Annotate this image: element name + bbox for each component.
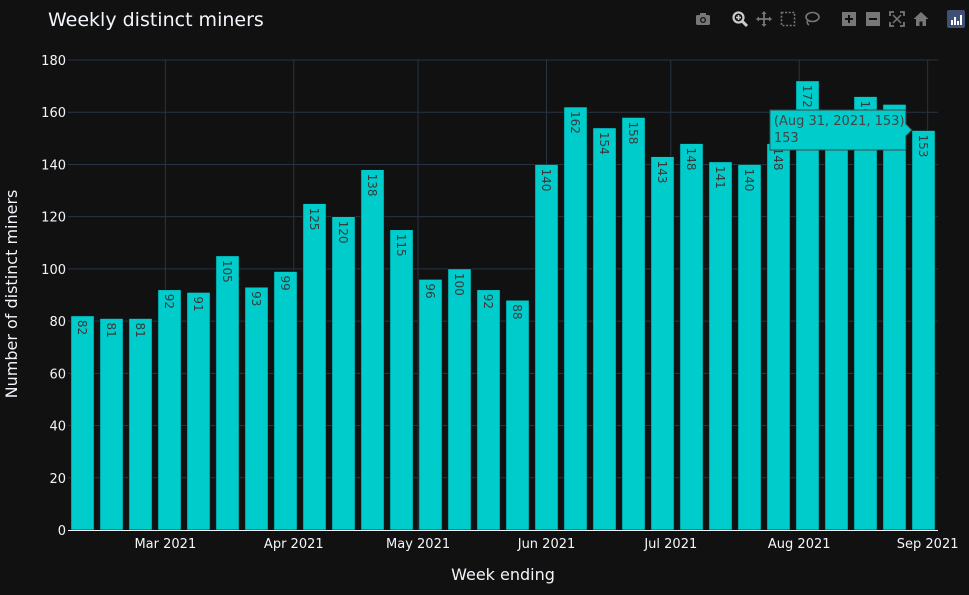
bar-value-label: 125 [307,208,321,231]
bar-value-label: 162 [568,111,582,134]
lasso-select-icon[interactable] [801,8,823,30]
bar[interactable] [215,255,240,531]
y-axis-title: Number of distinct miners [2,190,21,399]
reset-axes-icon[interactable] [910,8,932,30]
bar[interactable] [882,104,907,531]
y-tick-label: 100 [41,263,66,278]
bar-value-label: 91 [191,296,205,311]
bar[interactable] [505,299,530,531]
bar[interactable] [621,117,646,531]
zoom-in-icon[interactable] [838,8,860,30]
y-tick-label: 20 [49,472,66,487]
plotly-logo-icon[interactable] [947,10,965,28]
bar-value-label: 88 [510,304,524,319]
y-tick-label: 60 [49,367,66,382]
bar-value-label: 120 [336,221,350,244]
y-tick-label: 140 [41,158,66,173]
x-tick-label: Jun 2021 [517,537,576,552]
bar[interactable] [389,229,414,531]
bar[interactable] [302,203,327,531]
bar[interactable] [70,315,95,531]
bar-value-label: 148 [771,148,785,171]
x-tick-label: May 2021 [386,537,450,552]
bar-value-label: 115 [394,234,408,257]
bar-value-label: 96 [423,283,437,298]
bar-value-label: 143 [655,161,669,184]
chart-stage: 82 81 81 92 91 105 93 99 125 120 138 115 96 100 92 88 14… [0,0,969,595]
box-select-icon[interactable] [777,8,799,30]
bar-value-label: 105 [220,260,234,283]
bar-value-label: 81 [133,323,147,338]
x-axis-title: Week ending [451,565,555,584]
bar-value-label: 100 [452,273,466,296]
autoscale-icon[interactable] [886,8,908,30]
bar[interactable] [592,127,617,531]
bar[interactable] [708,161,733,531]
bar-value-label: 81 [104,323,118,338]
bar[interactable] [331,216,356,531]
y-tick-label: 120 [41,211,66,226]
bar-value-label: 92 [162,294,176,309]
zoom-out-icon[interactable] [862,8,884,30]
bar[interactable] [737,164,762,531]
bar-value-label: 172 [800,85,814,108]
y-tick-label: 180 [41,54,66,69]
tooltip-line-1: (Aug 31, 2021, 153) [774,114,905,129]
bar-value-label: 82 [75,320,89,335]
bar[interactable] [99,318,124,531]
bar-chart[interactable]: 82 81 81 92 91 105 93 99 125 120 138 115 96 100 92 88 14… [0,0,969,595]
bar-value-label: 92 [481,294,495,309]
bar-value-label: 140 [742,168,756,191]
bar[interactable] [244,286,269,531]
bar[interactable] [679,143,704,531]
y-tick-label: 40 [49,420,66,435]
bar-value-label: 148 [684,148,698,171]
modebar-zoom-group [838,8,932,30]
bar[interactable] [186,292,211,531]
bar-value-label: 99 [278,276,292,291]
bar-value-label: 158 [626,121,640,144]
y-tick-label: 0 [58,524,66,539]
pan-icon[interactable] [753,8,775,30]
bar[interactable] [534,164,559,531]
chart-title: Weekly distinct miners [48,9,264,31]
bar[interactable] [157,289,182,531]
x-tick-label: Mar 2021 [134,537,196,552]
bar[interactable] [853,96,878,531]
bar[interactable] [447,268,472,531]
bar-value-label: 153 [916,135,930,158]
y-tick-label: 160 [41,106,66,121]
bar-value-label: 140 [539,168,553,191]
bar[interactable] [128,318,153,531]
zoom-icon[interactable] [729,8,751,30]
x-tick-label: Apr 2021 [264,537,324,552]
bar-value-label: 93 [249,291,263,306]
camera-icon[interactable] [692,8,714,30]
bar[interactable] [476,289,501,531]
x-tick-label: Jul 2021 [643,537,697,552]
modebar [692,8,965,30]
bar-value-label: 154 [597,132,611,155]
x-tick-label: Aug 2021 [768,537,831,552]
bar[interactable] [360,169,385,531]
bar[interactable] [766,143,791,531]
bar[interactable] [563,106,588,531]
hover-tooltip: (Aug 31, 2021, 153) 153 [769,109,913,151]
bar-value-label: 138 [365,174,379,197]
modebar-select-group [729,8,823,30]
bar[interactable] [418,279,443,531]
bar[interactable] [824,111,849,531]
bar-value-label: 141 [713,166,727,189]
y-tick-label: 80 [49,315,66,330]
bar[interactable] [273,271,298,531]
bar[interactable] [650,156,675,531]
x-tick-label: Sep 2021 [897,537,959,552]
tooltip-line-2: 153 [774,131,799,146]
bar[interactable] [911,130,936,531]
